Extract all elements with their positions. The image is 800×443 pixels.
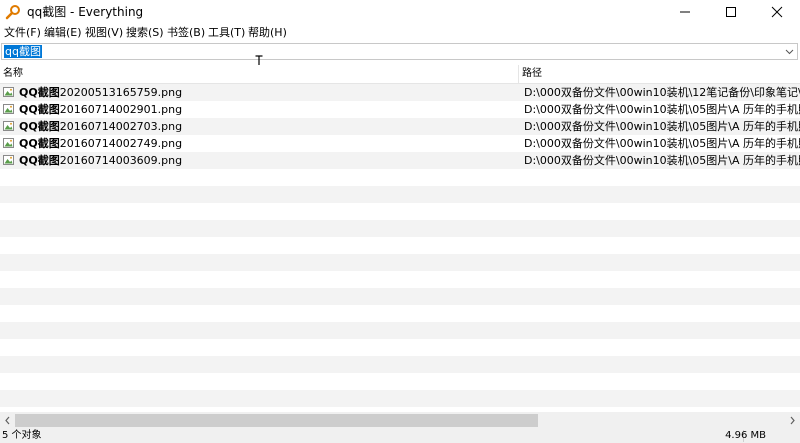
file-name: QQ截图20160714002901.png xyxy=(19,102,182,117)
table-row[interactable]: QQ截图20160714002703.png D:\000双备份文件\00win… xyxy=(0,118,800,135)
status-total-size: 4.96 MB xyxy=(725,430,766,441)
empty-row xyxy=(0,305,800,322)
chevron-left-icon xyxy=(5,416,10,425)
scroll-thumb[interactable] xyxy=(15,414,538,427)
file-name: QQ截图20160714002703.png xyxy=(19,119,182,134)
file-name-rest: 20160714002749.png xyxy=(59,137,183,150)
file-name-match: QQ截图 xyxy=(19,103,60,116)
file-name: QQ截图20160714003609.png xyxy=(19,153,182,168)
empty-row xyxy=(0,203,800,220)
image-file-icon xyxy=(3,155,14,165)
file-name-match: QQ截图 xyxy=(19,86,60,99)
close-button[interactable] xyxy=(754,0,800,24)
file-path: D:\000双备份文件\00win10装机\05图片\A 历年的手机照片\ xyxy=(524,137,800,150)
menu-bookmarks[interactable]: 书签(B) xyxy=(167,25,205,41)
menu-help[interactable]: 帮助(H) xyxy=(248,25,287,41)
empty-row xyxy=(0,288,800,305)
maximize-icon xyxy=(726,7,736,17)
empty-row xyxy=(0,356,800,373)
column-divider[interactable] xyxy=(518,65,519,83)
table-row[interactable]: QQ截图20160714002901.png D:\000双备份文件\00win… xyxy=(0,101,800,118)
image-file-icon xyxy=(3,87,14,97)
column-header-name[interactable]: 名称 xyxy=(3,67,23,81)
scroll-left-button[interactable] xyxy=(0,412,16,429)
minimize-button[interactable] xyxy=(662,0,708,24)
empty-row xyxy=(0,220,800,237)
file-name: QQ截图20160714002749.png xyxy=(19,136,182,151)
results-list: QQ截图20200513165759.png D:\000双备份文件\00win… xyxy=(0,84,800,412)
minimize-icon xyxy=(680,11,690,13)
empty-row xyxy=(0,271,800,288)
search-input[interactable]: qq截图 xyxy=(1,43,798,60)
horizontal-scrollbar[interactable] xyxy=(0,412,800,429)
status-object-count: 5 个对象 xyxy=(2,430,42,441)
file-name: QQ截图20200513165759.png xyxy=(19,85,182,100)
menu-tools[interactable]: 工具(T) xyxy=(208,25,245,41)
table-row[interactable]: QQ截图20160714002749.png D:\000双备份文件\00win… xyxy=(0,135,800,152)
menu-search[interactable]: 搜索(S) xyxy=(126,25,164,41)
file-name-rest: 20160714002703.png xyxy=(59,120,183,133)
empty-row xyxy=(0,322,800,339)
image-file-icon xyxy=(3,104,14,114)
window-title: qq截图 - Everything xyxy=(27,5,144,19)
chevron-down-icon[interactable] xyxy=(785,47,794,56)
empty-row xyxy=(0,186,800,203)
menu-bar: 文件(F) 编辑(E) 视图(V) 搜索(S) 书签(B) 工具(T) 帮助(H… xyxy=(0,24,800,42)
scroll-right-button[interactable] xyxy=(784,412,800,429)
file-path: D:\000双备份文件\00win10装机\05图片\A 历年的手机照片\ xyxy=(524,103,800,116)
file-path: D:\000双备份文件\00win10装机\05图片\A 历年的手机照片\ xyxy=(524,120,800,133)
image-file-icon xyxy=(3,121,14,131)
table-row[interactable]: QQ截图20160714003609.png D:\000双备份文件\00win… xyxy=(0,152,800,169)
empty-row xyxy=(0,373,800,390)
image-file-icon xyxy=(3,138,14,148)
file-path: D:\000双备份文件\00win10装机\12笔记备份\印象笔记\点点 xyxy=(524,86,800,99)
menu-file[interactable]: 文件(F) xyxy=(4,25,41,41)
title-bar: qq截图 - Everything xyxy=(0,0,800,24)
file-name-match: QQ截图 xyxy=(19,137,60,150)
column-header-path[interactable]: 路径 xyxy=(522,67,542,81)
file-name-rest: 20200513165759.png xyxy=(59,86,183,99)
empty-row xyxy=(0,339,800,356)
empty-row xyxy=(0,169,800,186)
menu-edit[interactable]: 编辑(E) xyxy=(44,25,82,41)
maximize-button[interactable] xyxy=(708,0,754,24)
chevron-right-icon xyxy=(790,416,795,425)
empty-row xyxy=(0,390,800,407)
magnifier-icon xyxy=(5,5,20,20)
file-path: D:\000双备份文件\00win10装机\05图片\A 历年的手机照片\ xyxy=(524,154,800,167)
status-bar: 5 个对象 4.96 MB xyxy=(0,429,800,443)
file-name-rest: 20160714002901.png xyxy=(59,103,183,116)
file-name-match: QQ截图 xyxy=(19,120,60,133)
empty-row xyxy=(0,254,800,271)
empty-row xyxy=(0,237,800,254)
close-icon xyxy=(771,6,783,18)
search-value: qq截图 xyxy=(4,45,42,58)
table-row[interactable]: QQ截图20200513165759.png D:\000双备份文件\00win… xyxy=(0,84,800,101)
column-header-row: 名称 路径 xyxy=(0,65,800,84)
menu-view[interactable]: 视图(V) xyxy=(85,25,123,41)
file-name-rest: 20160714003609.png xyxy=(59,154,183,167)
file-name-match: QQ截图 xyxy=(19,154,60,167)
